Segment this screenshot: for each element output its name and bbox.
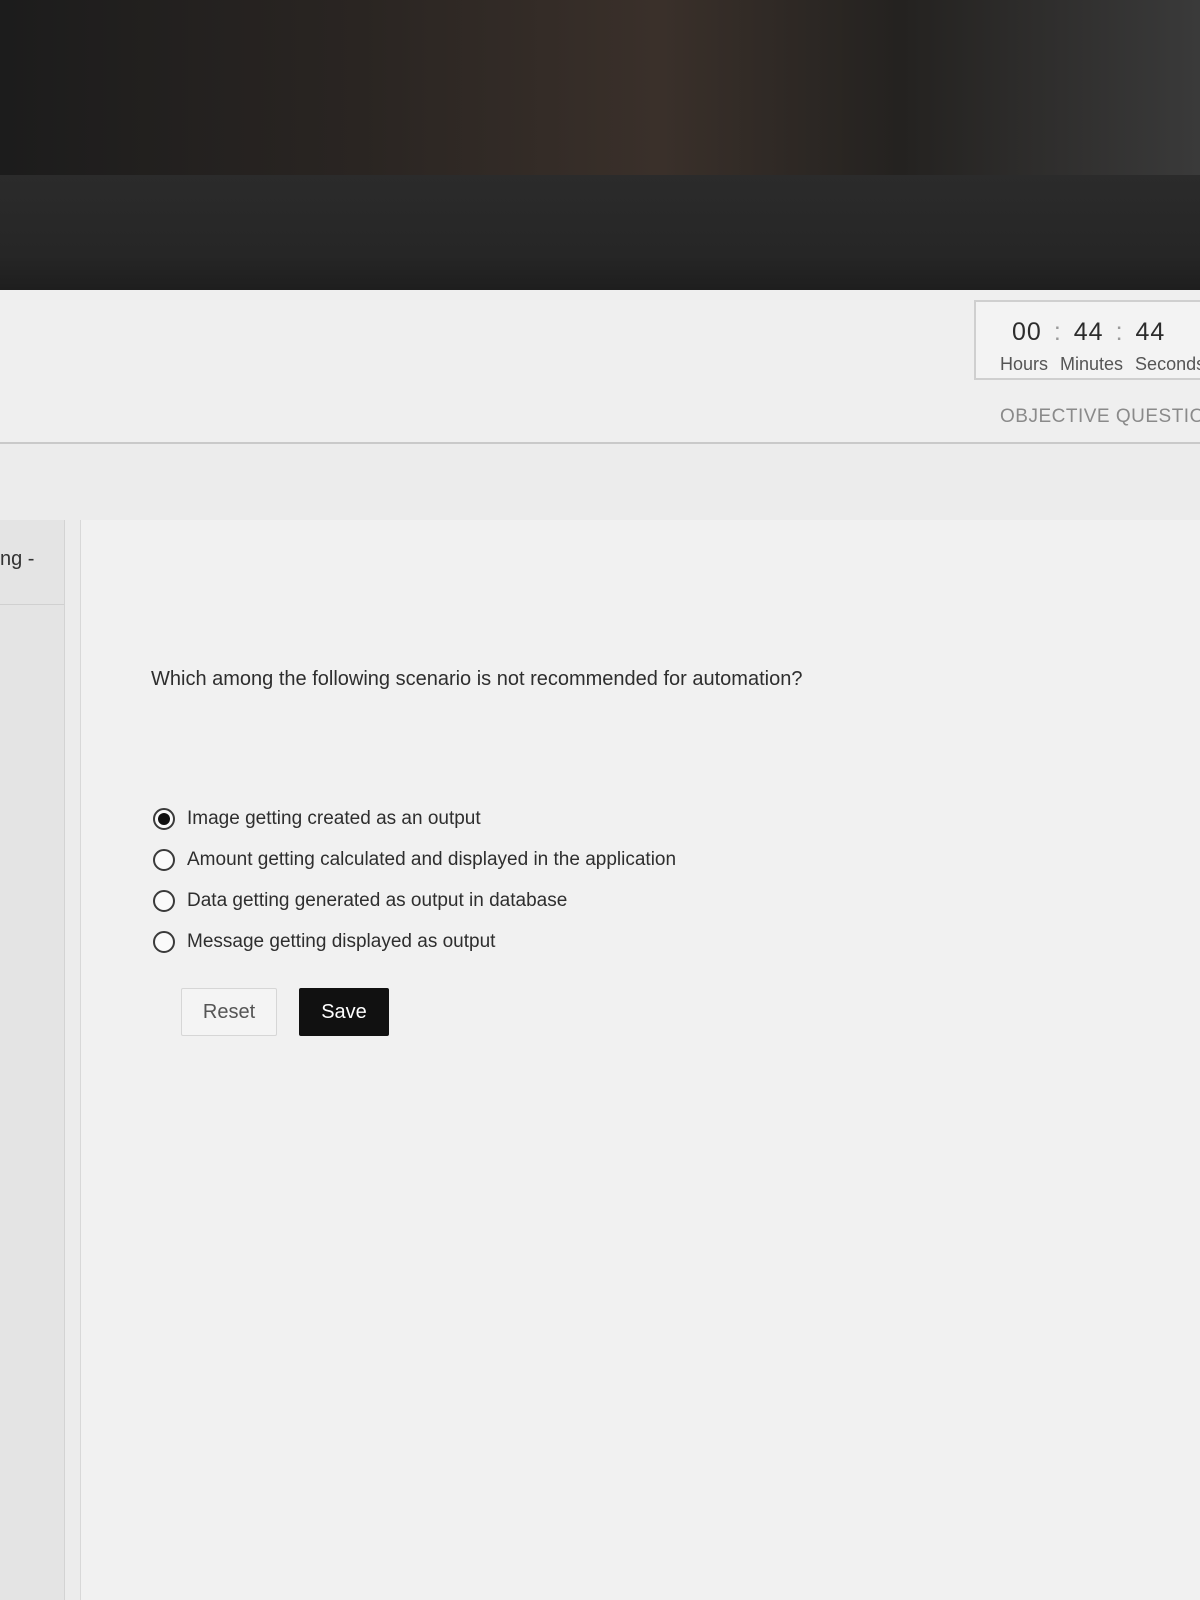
- sidebar-tab-label: ng -: [0, 548, 35, 570]
- exam-header: 00:44:44 Hours Minutes Seconds OBJECTIVE Q…: [0, 290, 1200, 444]
- timer-hours-label: Hours: [1000, 354, 1049, 374]
- radio-unselected-icon[interactable]: [153, 848, 175, 871]
- answer-options: Image getting created as an output Amount…: [153, 798, 676, 962]
- section-label: OBJECTIVE QUESTIONS: [1000, 406, 1200, 427]
- timer-values: 00:44:44: [1012, 318, 1165, 347]
- timer-labels: Hours Minutes Seconds: [1000, 354, 1200, 375]
- timer-separator: :: [1053, 318, 1062, 346]
- radio-unselected-icon[interactable]: [153, 889, 175, 912]
- exam-screen: 00:44:44 Hours Minutes Seconds OBJECTIVE Q…: [0, 290, 1200, 1600]
- answer-option-label: Amount getting calculated and displayed …: [187, 848, 677, 870]
- answer-option-label: Image getting created as an output: [187, 807, 481, 829]
- question-panel: Which among the following scenario is no…: [80, 520, 1200, 1600]
- timer-minutes: 44: [1073, 318, 1104, 346]
- radio-unselected-icon[interactable]: [153, 930, 175, 953]
- timer-hours: 00: [1012, 318, 1042, 346]
- timer-separator: :: [1115, 318, 1124, 346]
- sidebar: ng -: [0, 520, 65, 1600]
- answer-option[interactable]: Data getting generated as output in data…: [153, 880, 676, 921]
- timer-minutes-label: Minutes: [1060, 354, 1124, 374]
- answer-option[interactable]: Image getting created as an output: [153, 798, 676, 839]
- reset-button[interactable]: Reset: [181, 988, 277, 1036]
- countdown-timer: 00:44:44 Hours Minutes Seconds: [974, 300, 1200, 380]
- answer-option-label: Message getting displayed as output: [187, 930, 496, 952]
- monitor-bezel: [0, 175, 1200, 415]
- photo-background: [0, 0, 1200, 175]
- answer-option[interactable]: Message getting displayed as output: [153, 921, 676, 962]
- timer-seconds-label: Seconds: [1135, 354, 1200, 374]
- radio-selected-icon[interactable]: [153, 807, 175, 830]
- timer-seconds: 44: [1135, 318, 1166, 346]
- save-button[interactable]: Save: [299, 988, 389, 1036]
- sidebar-tab[interactable]: ng -: [0, 520, 64, 605]
- question-text: Which among the following scenario is no…: [151, 668, 803, 690]
- answer-option[interactable]: Amount getting calculated and displayed …: [153, 839, 676, 880]
- answer-option-label: Data getting generated as output in data…: [187, 889, 568, 911]
